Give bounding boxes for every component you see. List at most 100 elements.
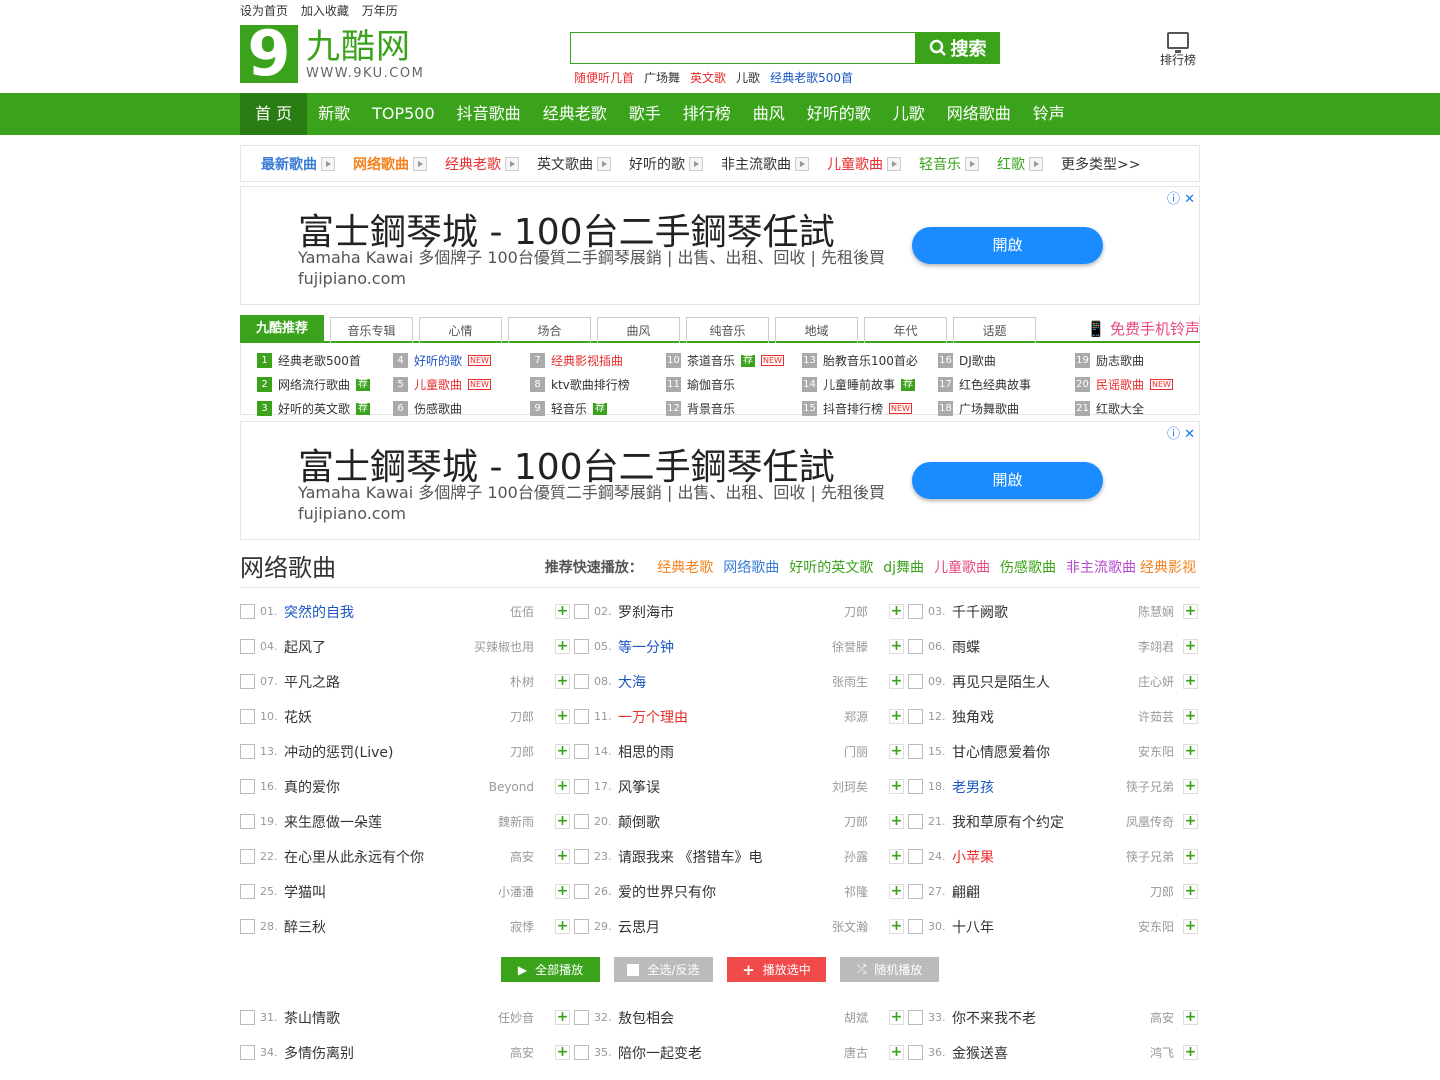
song-singer[interactable]: 刀郎 [1150,883,1174,900]
rec-item[interactable]: 10 茶道音乐荐 NEW [666,351,802,370]
song-title[interactable]: 来生愿做一朵莲 [284,812,454,832]
quick-play-link[interactable]: 伤感歌曲 [1000,560,1056,576]
song-title[interactable]: 金猴送喜 [952,1043,1122,1063]
song-singer[interactable]: 朴树 [510,673,534,690]
song-title[interactable]: 茶山情歌 [284,1008,454,1028]
genre-link[interactable]: 非主流歌曲 [721,154,809,174]
song-singer[interactable]: 高安 [510,1044,534,1061]
song-row[interactable]: 23. 请跟我来 《搭错车》电 孙露 + [574,839,908,874]
song-row[interactable]: 07. 平凡之路 朴树 + [240,664,574,699]
add-icon[interactable]: + [555,709,570,724]
song-row[interactable]: 01. 突然的自我 伍佰 + [240,594,574,629]
add-icon[interactable]: + [555,604,570,619]
rec-item[interactable]: 21 红歌大全 [1075,399,1175,418]
rec-tab[interactable]: 年代 [864,317,947,343]
add-icon[interactable]: + [889,1010,904,1025]
add-icon[interactable]: + [555,884,570,899]
song-title[interactable]: 请跟我来 《搭错车》电 [618,847,788,867]
calendar-link[interactable]: 万年历 [362,4,398,18]
song-singer[interactable]: 孙露 [844,848,868,865]
song-title[interactable]: 颠倒歌 [618,812,788,832]
genre-link[interactable]: 网络歌曲 [353,154,427,174]
song-singer[interactable]: 安东阳 [1138,743,1174,760]
select-all-button[interactable]: 全选/反选 [614,957,713,982]
song-checkbox[interactable] [574,674,589,689]
song-title[interactable]: 平凡之路 [284,672,454,692]
ad-close-icon[interactable]: ⓘ ✕ [1167,423,1195,442]
search-tag[interactable]: 广场舞 [644,71,680,85]
search-tag[interactable]: 经典老歌500首 [770,71,853,85]
song-title[interactable]: 独角戏 [952,707,1122,727]
add-icon[interactable]: + [889,884,904,899]
song-checkbox[interactable] [908,779,923,794]
song-row[interactable]: 11. 一万个理由 郑源 + [574,699,908,734]
song-singer[interactable]: 安东阳 [1138,918,1174,935]
song-checkbox[interactable] [240,639,255,654]
song-row[interactable]: 29. 云思月 张文瀚 + [574,909,908,944]
song-singer[interactable]: 许茹芸 [1138,708,1174,725]
rec-item[interactable]: 12 背景音乐 [666,399,802,418]
song-checkbox[interactable] [240,744,255,759]
song-checkbox[interactable] [574,639,589,654]
search-button[interactable]: 搜索 [915,32,1000,64]
song-checkbox[interactable] [240,674,255,689]
song-row[interactable]: 27. 翩翩 刀郎 + [908,874,1200,909]
song-row[interactable]: 03. 千千阙歌 陈慧娴 + [908,594,1200,629]
song-singer[interactable]: 高安 [1150,1009,1174,1026]
song-singer[interactable]: 刀郎 [844,603,868,620]
song-checkbox[interactable] [908,604,923,619]
song-checkbox[interactable] [908,1045,923,1060]
song-checkbox[interactable] [574,709,589,724]
genre-link[interactable]: 轻音乐 [919,154,979,174]
song-checkbox[interactable] [908,919,923,934]
song-checkbox[interactable] [908,849,923,864]
song-singer[interactable]: 刀郎 [510,708,534,725]
song-title[interactable]: 我和草原有个约定 [952,812,1122,832]
song-title[interactable]: 小苹果 [952,847,1122,867]
song-title[interactable]: 起风了 [284,637,454,657]
tab-recommend[interactable]: 九酷推荐 [240,315,324,341]
rec-item[interactable]: 8 ktv歌曲排行榜 [530,375,666,394]
song-row[interactable]: 24. 小苹果 筷子兄弟 + [908,839,1200,874]
add-icon[interactable]: + [889,849,904,864]
random-play-button[interactable]: ⤮ 随机播放 [840,957,939,982]
rec-tab[interactable]: 纯音乐 [686,317,769,343]
song-singer[interactable]: 筷子兄弟 [1126,778,1174,795]
quick-play-link[interactable]: 经典老歌 [657,560,713,576]
song-singer[interactable]: 寂悸 [510,918,534,935]
song-row[interactable]: 06. 雨蝶 李翊君 + [908,629,1200,664]
add-icon[interactable]: + [1183,1045,1198,1060]
add-icon[interactable]: + [1183,709,1198,724]
song-row[interactable]: 19. 来生愿做一朵莲 魏新雨 + [240,804,574,839]
rec-tab[interactable]: 音乐专辑 [330,317,413,343]
song-row[interactable]: 32. 敖包相会 胡斌 + [574,1000,908,1035]
song-checkbox[interactable] [574,604,589,619]
song-title[interactable]: 醉三秋 [284,917,454,937]
song-checkbox[interactable] [574,884,589,899]
song-row[interactable]: 05. 等一分钟 徐誉滕 + [574,629,908,664]
rec-item[interactable]: 18 广场舞歌曲 [938,399,1075,418]
song-row[interactable]: 14. 相思的雨 门丽 + [574,734,908,769]
rec-tab[interactable]: 话题 [953,317,1036,343]
song-singer[interactable]: 小潘潘 [498,883,534,900]
add-icon[interactable]: + [889,744,904,759]
song-checkbox[interactable] [240,884,255,899]
song-checkbox[interactable] [574,1045,589,1060]
add-icon[interactable]: + [555,814,570,829]
rec-item[interactable]: 4 好听的歌 NEW [393,351,530,370]
rec-tab[interactable]: 地域 [775,317,858,343]
song-row[interactable]: 13. 冲动的惩罚(Live) 刀郎 + [240,734,574,769]
song-singer[interactable]: 刀郎 [844,813,868,830]
add-favorite-link[interactable]: 加入收藏 [301,4,349,18]
add-icon[interactable]: + [555,849,570,864]
song-singer[interactable]: 高安 [510,848,534,865]
song-singer[interactable]: 魏新雨 [498,813,534,830]
song-row[interactable]: 08. 大海 张雨生 + [574,664,908,699]
genre-link[interactable]: 儿童歌曲 [827,154,901,174]
song-row[interactable]: 22. 在心里从此永远有个你 高安 + [240,839,574,874]
add-icon[interactable]: + [555,639,570,654]
search-tag[interactable]: 英文歌 [690,71,726,85]
rec-tab[interactable]: 曲风 [597,317,680,343]
nav-item[interactable]: 新歌 [307,93,361,135]
search-tag[interactable]: 随便听几首 [574,71,634,85]
